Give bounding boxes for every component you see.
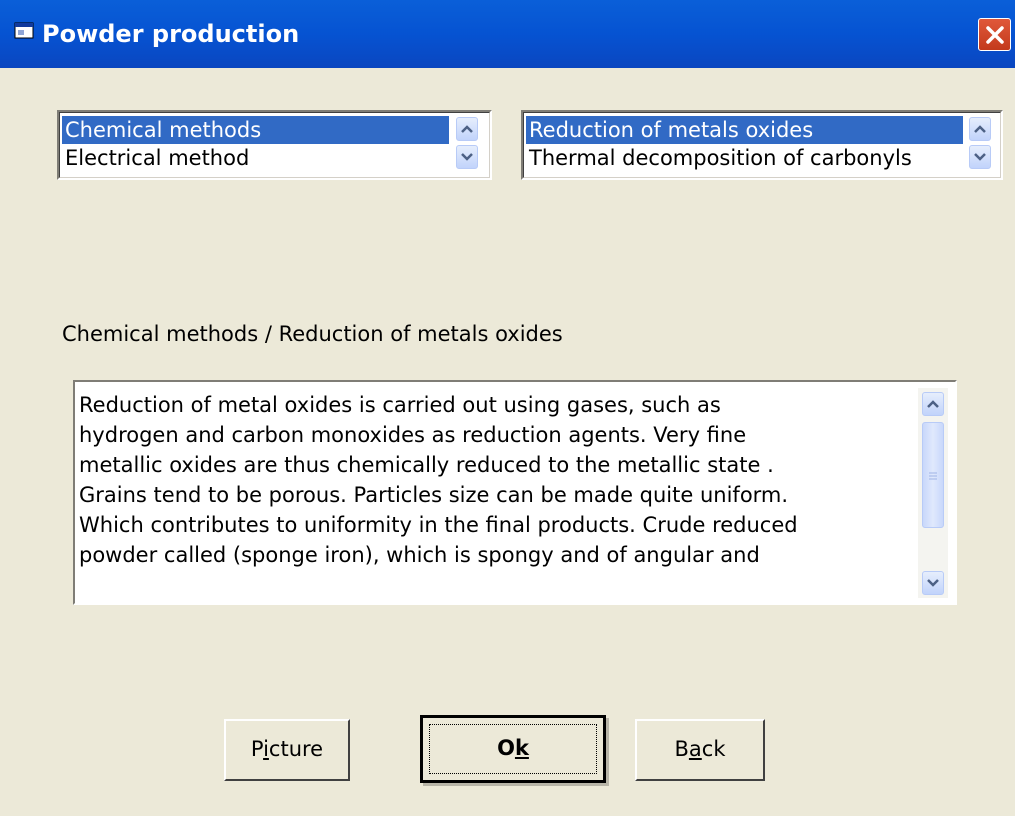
- description-textbox[interactable]: Reduction of metal oxides is carried out…: [73, 380, 957, 605]
- scroll-up-icon: [461, 125, 473, 133]
- scroll-up-icon: [927, 400, 939, 408]
- description-text: Reduction of metal oxides is carried out…: [79, 390, 914, 570]
- scroll-up-button[interactable]: [969, 117, 991, 141]
- scroll-down-button[interactable]: [969, 145, 991, 169]
- scroll-down-button[interactable]: [456, 145, 478, 169]
- scroll-thumb[interactable]: [922, 422, 944, 528]
- scroll-down-button[interactable]: [922, 571, 944, 595]
- window-icon: [14, 22, 34, 39]
- scroll-down-icon: [461, 153, 473, 161]
- accelerator-key: a: [688, 737, 702, 761]
- close-icon: [986, 26, 1004, 44]
- button-label: B: [674, 737, 689, 761]
- description-line: hydrogen and carbon monoxides as reducti…: [79, 423, 747, 447]
- description-scrollbar[interactable]: [918, 388, 948, 598]
- button-label: cture: [268, 737, 324, 761]
- window-title: Powder production: [42, 20, 300, 48]
- description-line: metallic oxides are thus chemically redu…: [79, 453, 774, 477]
- grip-icon: [929, 472, 937, 480]
- description-line: Which contributes to uniformity in the f…: [79, 513, 798, 537]
- description-line: powder called (sponge iron), which is sp…: [79, 543, 760, 567]
- list-item[interactable]: Chemical methods: [62, 116, 449, 144]
- selection-caption: Chemical methods / Reduction of metals o…: [62, 322, 563, 346]
- method-category-list[interactable]: Chemical methods Electrical method: [57, 110, 492, 180]
- button-label: P: [250, 737, 264, 761]
- description-line: Grains tend to be porous. Particles size…: [79, 483, 789, 507]
- list-item[interactable]: Reduction of metals oxides: [526, 116, 963, 144]
- scroll-up-icon: [974, 125, 986, 133]
- list-item[interactable]: Electrical method: [62, 144, 449, 172]
- back-button[interactable]: Back: [635, 719, 765, 781]
- ok-button[interactable]: Ok: [420, 715, 606, 783]
- method-type-list[interactable]: Reduction of metals oxides Thermal decom…: [521, 110, 1003, 180]
- scroll-up-button[interactable]: [456, 117, 478, 141]
- scroll-up-button[interactable]: [922, 392, 944, 416]
- close-button[interactable]: [978, 18, 1011, 51]
- scroll-down-icon: [974, 153, 986, 161]
- title-bar: Powder production: [0, 0, 1015, 68]
- list-item[interactable]: Thermal decomposition of carbonyls: [526, 144, 963, 172]
- description-line: Reduction of metal oxides is carried out…: [79, 393, 721, 417]
- scroll-down-icon: [927, 579, 939, 587]
- button-label: ck: [701, 737, 726, 761]
- picture-button[interactable]: Picture: [224, 719, 350, 781]
